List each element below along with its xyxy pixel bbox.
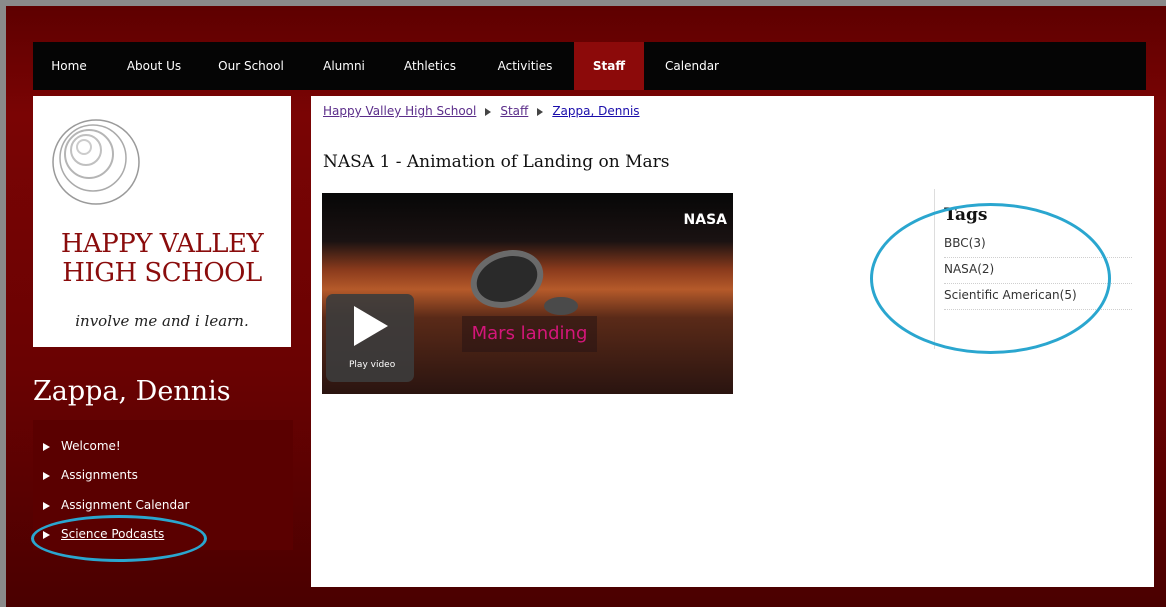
- side-item-assignments[interactable]: Assignments: [43, 465, 138, 485]
- side-item-label: Assignment Calendar: [61, 498, 190, 512]
- side-item-science-podcasts[interactable]: Science Podcasts: [43, 524, 164, 544]
- side-item-welcome[interactable]: Welcome!: [43, 436, 121, 456]
- breadcrumb-separator-icon: [485, 107, 492, 116]
- school-name-line1: HAPPY VALLEY: [60, 229, 264, 259]
- bullet-arrow-icon: [43, 530, 50, 539]
- school-logo-panel: HAPPY VALLEY HIGH SCHOOL involve me and …: [33, 96, 291, 347]
- tag-link-bbc[interactable]: BBC(3): [944, 232, 1132, 258]
- breadcrumb-school-link[interactable]: Happy Valley High School: [323, 104, 476, 118]
- nav-home[interactable]: Home: [38, 42, 100, 90]
- nav-staff[interactable]: Staff: [574, 42, 644, 90]
- nav-activities[interactable]: Activities: [485, 42, 565, 90]
- nav-our-school[interactable]: Our School: [207, 42, 295, 90]
- play-icon: [354, 306, 388, 346]
- nav-calendar[interactable]: Calendar: [656, 42, 728, 90]
- breadcrumb-staff-link[interactable]: Staff: [500, 104, 528, 118]
- tag-link-nasa[interactable]: NASA(2): [944, 258, 1132, 284]
- video-caption: Mars landing: [462, 316, 597, 352]
- side-item-label: Welcome!: [61, 439, 121, 453]
- breadcrumb-separator-icon: [537, 107, 544, 116]
- spacecraft-image: [463, 240, 551, 318]
- school-name-line2: HIGH SCHOOL: [62, 258, 262, 288]
- school-name: HAPPY VALLEY HIGH SCHOOL: [33, 230, 291, 288]
- nav-about-us[interactable]: About Us: [113, 42, 195, 90]
- side-item-label: Assignments: [61, 468, 138, 482]
- main-nav: Home About Us Our School Alumni Athletic…: [33, 42, 1146, 90]
- teacher-side-menu: Welcome! Assignments Assignment Calendar…: [33, 420, 293, 550]
- tags-panel: Tags BBC(3) NASA(2) Scientific American(…: [934, 189, 1135, 349]
- teacher-name: Zappa, Dennis: [33, 376, 231, 407]
- main-content: Happy Valley High School Staff Zappa, Denn…: [311, 96, 1154, 587]
- video-player[interactable]: NASA Mars landing Play video: [322, 193, 733, 394]
- tags-title: Tags: [944, 205, 988, 225]
- play-video-label: Play video: [349, 360, 396, 370]
- bullet-arrow-icon: [43, 501, 50, 510]
- breadcrumb: Happy Valley High School Staff Zappa, Denn…: [323, 104, 640, 118]
- swirl-logo-icon: [52, 119, 140, 205]
- school-motto: involve me and i learn.: [75, 312, 249, 330]
- nav-athletics[interactable]: Athletics: [395, 42, 465, 90]
- breadcrumb-teacher-link[interactable]: Zappa, Dennis: [552, 104, 639, 118]
- side-item-label: Science Podcasts: [61, 527, 165, 541]
- tag-link-scientific-american[interactable]: Scientific American(5): [944, 284, 1132, 310]
- video-brand-label: NASA: [683, 212, 727, 228]
- side-item-assignment-calendar[interactable]: Assignment Calendar: [43, 495, 189, 515]
- play-video-button[interactable]: Play video: [326, 294, 414, 382]
- bullet-arrow-icon: [43, 471, 50, 480]
- bullet-arrow-icon: [43, 442, 50, 451]
- page-title: NASA 1 - Animation of Landing on Mars: [323, 152, 670, 172]
- spacecraft-shadow-image: [544, 297, 578, 315]
- nav-alumni[interactable]: Alumni: [314, 42, 374, 90]
